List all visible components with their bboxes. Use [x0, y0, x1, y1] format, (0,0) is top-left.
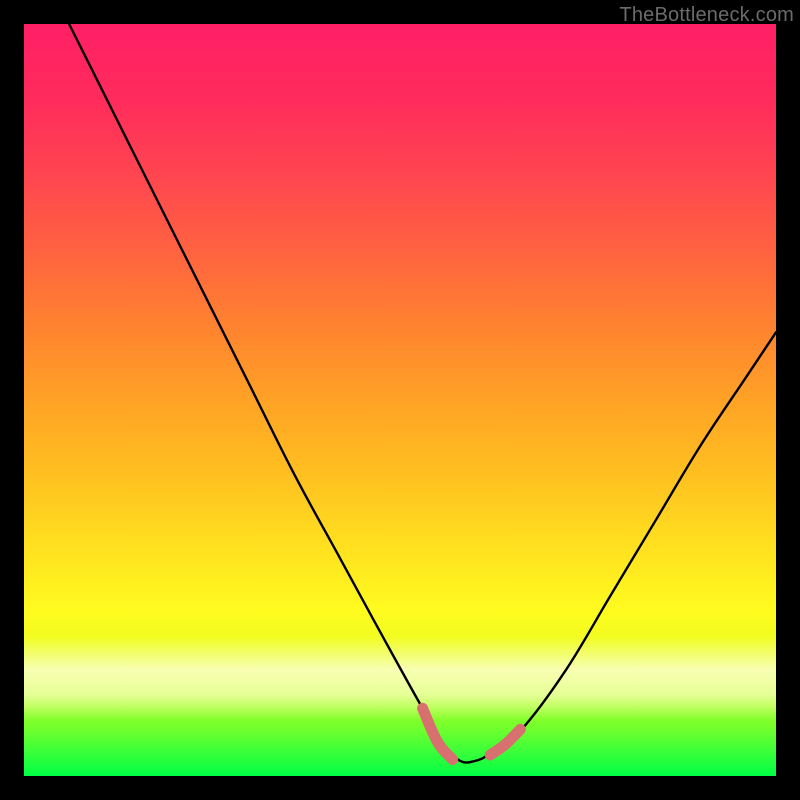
curve-layer — [24, 24, 776, 776]
chart-frame: TheBottleneck.com — [0, 0, 800, 800]
watermark-text: TheBottleneck.com — [619, 4, 794, 27]
plot-area — [24, 24, 776, 776]
series-pink-marker-left — [423, 708, 453, 759]
series-black-curve — [69, 24, 776, 763]
highlight-band — [24, 636, 776, 720]
series-pink-marker-right — [490, 729, 520, 755]
